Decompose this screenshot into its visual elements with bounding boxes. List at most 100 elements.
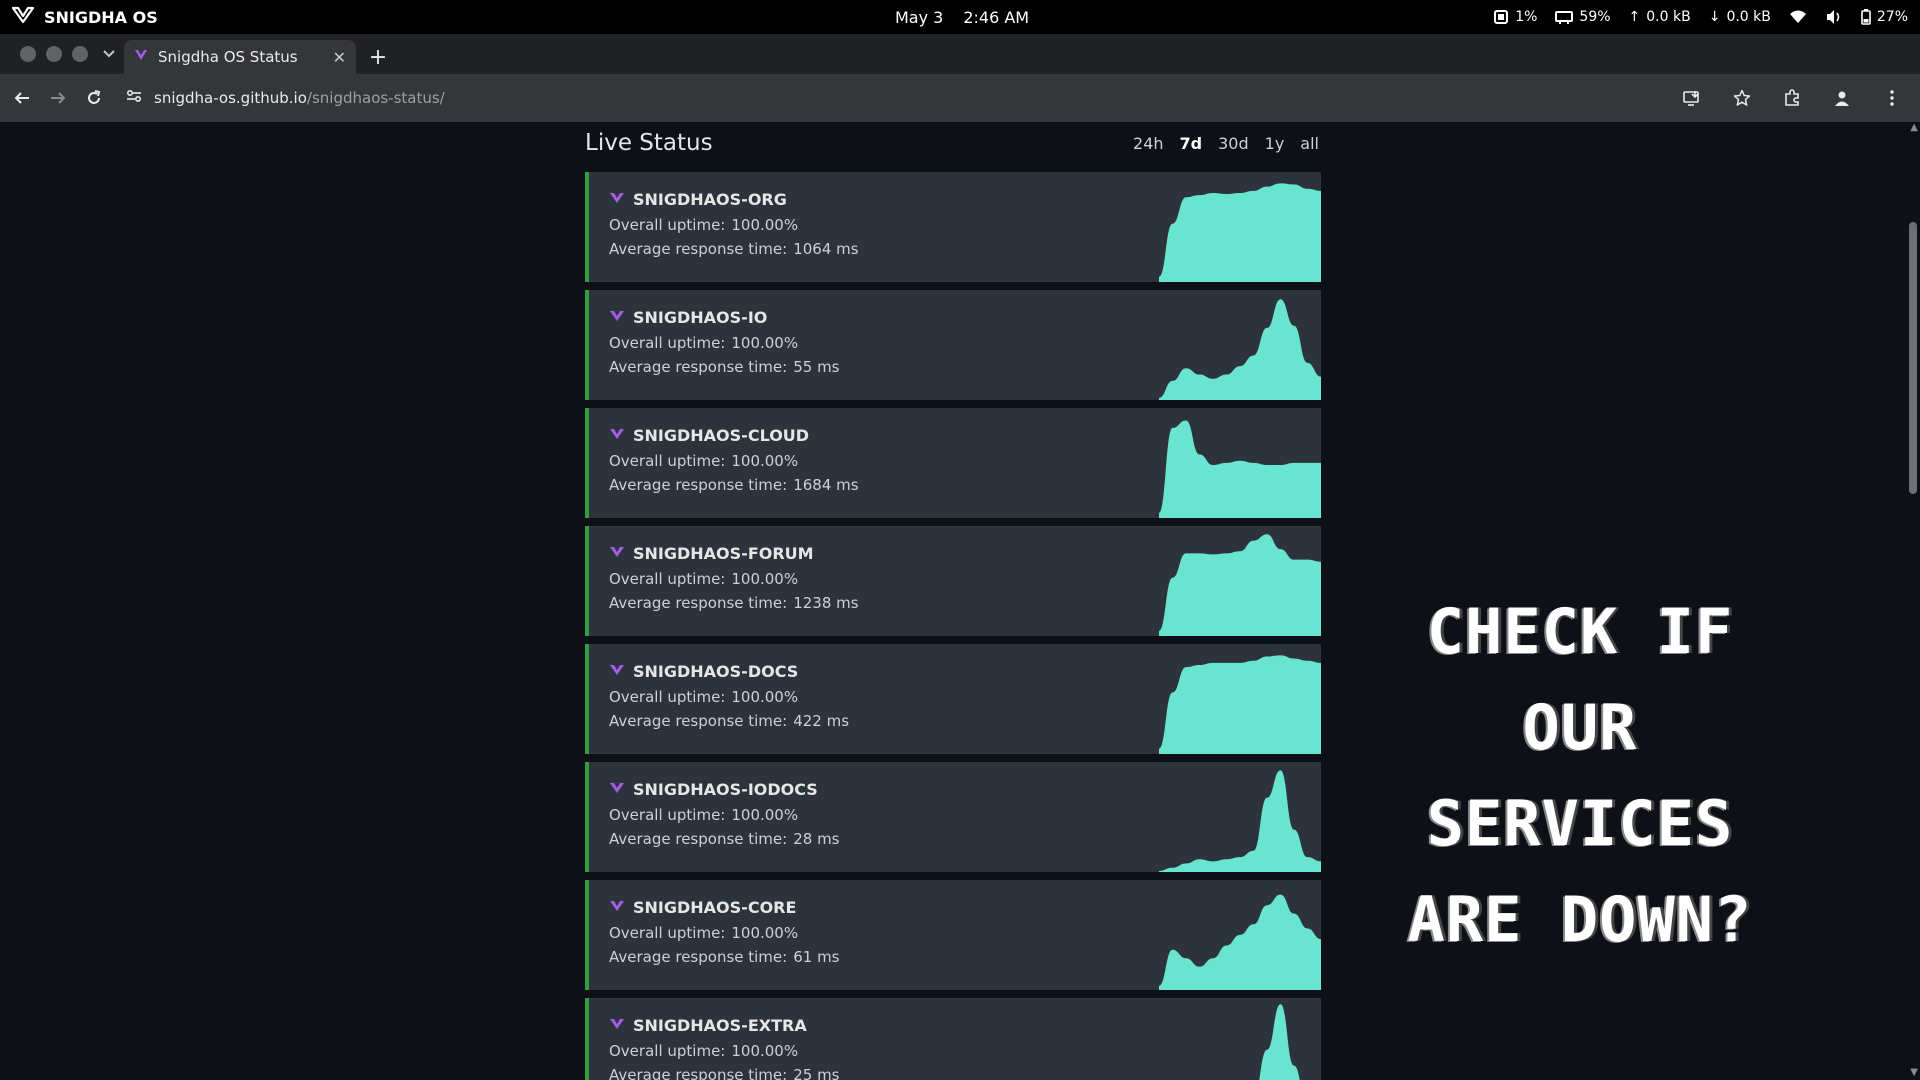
sparkline-area (1259, 1004, 1300, 1080)
url-path: /snigdhaos-status/ (306, 89, 445, 107)
sparkline-area (1159, 894, 1321, 990)
response-row: Average response time: 1064 ms (609, 240, 859, 258)
site-name[interactable]: SNIGDHAOS-ORG (633, 190, 787, 209)
upload-value: 0.0 kB (1646, 9, 1691, 25)
period-tab-24h[interactable]: 24h (1133, 134, 1164, 153)
wifi-icon[interactable] (1789, 10, 1807, 24)
tab-search-button[interactable] (98, 43, 120, 65)
response-time-sparkline (1159, 183, 1321, 282)
period-tab-all[interactable]: all (1300, 134, 1319, 153)
new-tab-button[interactable]: + (364, 43, 392, 71)
period-tab-7d[interactable]: 7d (1180, 134, 1203, 153)
url-host: snigdha-os.github.io (154, 89, 307, 107)
os-menu[interactable]: SNIGDHA OS (0, 6, 158, 28)
site-name[interactable]: SNIGDHAOS-CORE (633, 898, 796, 917)
back-button[interactable] (4, 80, 40, 116)
arrow-down-icon: ↓ (1708, 9, 1721, 25)
site-name[interactable]: SNIGDHAOS-DOCS (633, 662, 798, 681)
tab-favicon-icon (134, 48, 148, 66)
site-name[interactable]: SNIGDHAOS-FORUM (633, 544, 814, 563)
scroll-down-icon[interactable]: ▼ (1910, 1067, 1918, 1078)
response-row: Average response time: 61 ms (609, 948, 840, 966)
status-card[interactable]: SNIGDHAOS-DOCS Overall uptime: 100.00% Aver… (585, 644, 1321, 754)
status-card[interactable]: SNIGDHAOS-ORG Overall uptime: 100.00% Avera… (585, 172, 1321, 282)
browser-tab-active[interactable]: Snigdha OS Status ✕ (124, 40, 356, 74)
arrow-right-icon (51, 92, 66, 104)
response-label: Average response time: (609, 712, 788, 730)
uptime-value: 100.00% (731, 216, 799, 234)
response-row: Average response time: 55 ms (609, 358, 840, 376)
response-time-sparkline (1159, 534, 1321, 636)
memory-icon (1555, 10, 1574, 24)
battery-value: 27% (1876, 9, 1908, 25)
promo-line-3: ARE DOWN? (1407, 883, 1753, 956)
install-app-button[interactable] (1674, 80, 1710, 116)
page-scrollbar[interactable]: ▲ ▼ (1906, 122, 1920, 1080)
period-selector: 24h 7d 30d 1y all (1133, 134, 1321, 153)
uptime-row: Overall uptime: 100.00% (609, 1042, 840, 1060)
cpu-icon (1493, 9, 1509, 25)
response-label: Average response time: (609, 476, 788, 494)
browser-toolbar: snigdha-os.github.io/snigdhaos-status/ (0, 74, 1920, 122)
response-row: Average response time: 422 ms (609, 712, 849, 730)
clock[interactable]: May 3 2:46 AM (895, 0, 1029, 34)
status-card[interactable]: SNIGDHAOS-IO Overall uptime: 100.00% Averag… (585, 290, 1321, 400)
window-minimize-button[interactable] (46, 46, 62, 62)
download-indicator[interactable]: ↓ 0.0 kB (1709, 9, 1771, 25)
window-maximize-button[interactable] (72, 46, 88, 62)
tab-close-icon[interactable]: ✕ (333, 48, 346, 67)
volume-icon[interactable] (1825, 9, 1843, 25)
profile-button[interactable] (1824, 80, 1860, 116)
browser-menu-button[interactable] (1874, 80, 1910, 116)
uptime-value: 100.00% (731, 806, 799, 824)
uptime-row: Overall uptime: 100.00% (609, 688, 849, 706)
status-card[interactable]: SNIGDHAOS-CLOUD Overall uptime: 100.00% Ave… (585, 408, 1321, 518)
browser-tab-strip: Snigdha OS Status ✕ + (0, 34, 1920, 74)
response-value: 25 ms (793, 1066, 840, 1080)
upload-indicator[interactable]: ↑ 0.0 kB (1629, 9, 1691, 25)
site-name[interactable]: SNIGDHAOS-CLOUD (633, 426, 809, 445)
site-info-icon[interactable] (126, 89, 142, 107)
extensions-button[interactable] (1774, 80, 1810, 116)
site-name[interactable]: SNIGDHAOS-EXTRA (633, 1016, 807, 1035)
uptime-row: Overall uptime: 100.00% (609, 216, 859, 234)
site-name[interactable]: SNIGDHAOS-IO (633, 308, 767, 327)
window-close-button[interactable] (20, 46, 36, 62)
status-card[interactable]: SNIGDHAOS-CORE Overall uptime: 100.00% Aver… (585, 880, 1321, 990)
star-icon (1733, 89, 1751, 106)
uptime-value: 100.00% (731, 924, 799, 942)
site-logo-icon (609, 898, 625, 917)
response-row: Average response time: 25 ms (609, 1066, 840, 1080)
status-card[interactable]: SNIGDHAOS-FORUM Overall uptime: 100.00% Ave… (585, 526, 1321, 636)
reload-button[interactable] (76, 80, 112, 116)
promo-line-1: CHECK IF OUR (1426, 595, 1734, 764)
period-tab-1y[interactable]: 1y (1265, 134, 1285, 153)
promo-line-2: SERVICES (1426, 787, 1734, 860)
status-card[interactable]: SNIGDHAOS-EXTRA Overall uptime: 100.00% Ave… (585, 998, 1321, 1080)
forward-button[interactable] (40, 80, 76, 116)
site-logo-icon (609, 544, 625, 563)
bookmark-button[interactable] (1724, 80, 1760, 116)
response-row: Average response time: 28 ms (609, 830, 840, 848)
address-bar[interactable]: snigdha-os.github.io/snigdhaos-status/ (118, 80, 1674, 116)
response-value: 55 ms (793, 358, 840, 376)
os-name: SNIGDHA OS (44, 7, 158, 27)
uptime-value: 100.00% (731, 688, 799, 706)
sparkline-area (1159, 655, 1321, 754)
memory-indicator[interactable]: 59% (1555, 9, 1611, 25)
uptime-value: 100.00% (731, 452, 799, 470)
cpu-indicator[interactable]: 1% (1493, 9, 1537, 25)
uptime-label: Overall uptime: (609, 806, 726, 824)
os-logo-icon (11, 6, 35, 28)
status-card[interactable]: SNIGDHAOS-IODOCS Overall uptime: 100.00% Av… (585, 762, 1321, 872)
period-tab-30d[interactable]: 30d (1218, 134, 1249, 153)
scroll-up-icon[interactable]: ▲ (1910, 122, 1918, 133)
site-name[interactable]: SNIGDHAOS-IODOCS (633, 780, 818, 799)
response-time-sparkline (1159, 770, 1321, 872)
response-row: Average response time: 1684 ms (609, 476, 859, 494)
uptime-label: Overall uptime: (609, 452, 726, 470)
battery-indicator[interactable]: 27% (1861, 9, 1908, 25)
system-top-bar: SNIGDHA OS May 3 2:46 AM 1% 59% ↑ 0.0 kB… (0, 0, 1920, 34)
uptime-row: Overall uptime: 100.00% (609, 570, 859, 588)
scrollbar-thumb[interactable] (1909, 222, 1917, 494)
